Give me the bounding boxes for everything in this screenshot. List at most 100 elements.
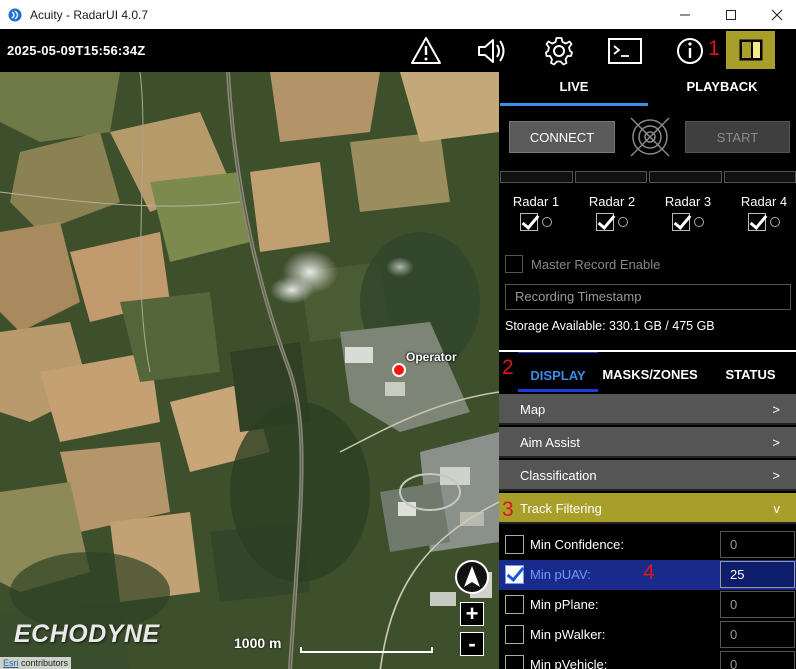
panel-toggle-button[interactable]	[726, 31, 775, 69]
esri-link[interactable]: Esri	[3, 658, 19, 668]
operator-label: Operator	[406, 350, 457, 364]
zoom-out-button[interactable]: -	[460, 632, 484, 656]
radar-1-status-indicator	[542, 217, 552, 227]
accordion-track-filtering[interactable]: 3 Track Filtering v	[499, 493, 796, 524]
title-bar: Acuity - RadarUI 4.0.7	[0, 0, 796, 29]
radar-3-group: Radar 3	[657, 194, 719, 231]
min-puav-label: Min pUAV:	[530, 567, 591, 582]
tab-status[interactable]: STATUS	[713, 352, 788, 392]
utc-timestamp: 2025-05-09T15:56:34Z	[7, 43, 146, 58]
min-confidence-label: Min Confidence:	[530, 537, 624, 552]
radar-1-group: Radar 1	[505, 194, 567, 231]
tab-masks-zones[interactable]: MASKS/ZONES	[600, 352, 700, 392]
maximize-button[interactable]	[708, 0, 754, 29]
top-toolbar: 2025-05-09T15:56:34Z 1	[0, 29, 796, 72]
master-record-label: Master Record Enable	[531, 256, 661, 272]
min-pvehicle-label: Min pVehicle:	[530, 657, 608, 669]
accordion-aim-assist[interactable]: Aim Assist >	[499, 427, 796, 458]
radar-2-status-bar	[574, 171, 647, 183]
warning-icon[interactable]	[410, 35, 442, 67]
min-puav-checkbox[interactable]	[505, 565, 524, 584]
min-pwalker-input[interactable]: 0	[720, 621, 795, 648]
operator-marker[interactable]	[392, 363, 406, 377]
radar-disconnected-icon	[630, 117, 670, 157]
close-icon	[771, 9, 783, 20]
chevron-right-icon: >	[772, 468, 780, 483]
connect-button[interactable]: CONNECT	[509, 121, 615, 153]
section-tabs: 2 DISPLAY MASKS/ZONES STATUS	[499, 350, 796, 392]
annotation-marker-2: 2	[502, 356, 514, 379]
chevron-right-icon: >	[772, 435, 780, 450]
radar-3-status-indicator	[694, 217, 704, 227]
satellite-map[interactable]: Operator ECHODYNE 1000 m Esri contributo…	[0, 72, 499, 669]
radar-ui-window: Acuity - RadarUI 4.0.7 2025-05-09T15:56:…	[0, 0, 796, 669]
satellite-imagery	[0, 72, 499, 669]
panel-toggle-icon	[739, 39, 763, 61]
compass-button[interactable]	[455, 560, 489, 594]
min-pwalker-label: Min pWalker:	[530, 627, 606, 642]
terminal-icon[interactable]	[607, 35, 643, 67]
radar-3-status-bar	[649, 171, 722, 183]
min-confidence-input[interactable]: 0	[720, 531, 795, 558]
radar-2-checkbox[interactable]	[596, 213, 614, 231]
accordion-map-label: Map	[520, 402, 546, 417]
min-pplane-checkbox[interactable]	[505, 595, 524, 614]
window-title: Acuity - RadarUI 4.0.7	[30, 7, 149, 22]
accordion-classification-label: Classification	[520, 468, 597, 483]
maximize-icon	[726, 9, 736, 20]
radar-4-group: Radar 4	[733, 194, 795, 231]
radar-2-status-indicator	[618, 217, 628, 227]
scale-bar	[300, 647, 433, 653]
tab-live[interactable]: LIVE	[500, 72, 648, 106]
zoom-in-button[interactable]: +	[460, 602, 484, 626]
min-pvehicle-checkbox[interactable]	[505, 655, 524, 669]
start-button[interactable]: START	[685, 121, 790, 153]
filter-min-pplane: Min pPlane: 0	[499, 590, 796, 620]
filter-min-pvehicle: Min pVehicle: 0	[499, 650, 796, 669]
radar-4-checkbox[interactable]	[748, 213, 766, 231]
min-pplane-input[interactable]: 0	[720, 591, 795, 618]
control-panel: LIVE PLAYBACK CONNECT START Radar 1 Rada…	[499, 72, 796, 669]
annotation-marker-1: 1	[708, 37, 720, 60]
app-logo-icon	[8, 8, 22, 21]
recording-timestamp-input[interactable]: Recording Timestamp	[505, 284, 791, 310]
chevron-right-icon: >	[772, 402, 780, 417]
accordion-aim-assist-label: Aim Assist	[520, 435, 580, 450]
radar-status-bars	[500, 171, 796, 183]
close-button[interactable]	[754, 0, 796, 29]
scale-label: 1000 m	[234, 635, 282, 651]
tab-display[interactable]: DISPLAY	[518, 352, 598, 392]
minimize-button[interactable]	[662, 0, 708, 29]
accordion-track-filtering-label: Track Filtering	[520, 501, 602, 516]
gear-icon[interactable]	[543, 35, 575, 67]
attribution-text: contributors	[18, 658, 69, 668]
min-confidence-checkbox[interactable]	[505, 535, 524, 554]
north-arrow-icon	[464, 566, 480, 587]
min-pplane-label: Min pPlane:	[530, 597, 599, 612]
filter-min-pwalker: Min pWalker: 0	[499, 620, 796, 650]
min-pwalker-checkbox[interactable]	[505, 625, 524, 644]
tab-playback[interactable]: PLAYBACK	[648, 72, 796, 106]
min-puav-input[interactable]: 25	[720, 561, 795, 588]
storage-available: Storage Available: 330.1 GB / 475 GB	[505, 319, 715, 333]
radar-1-checkbox[interactable]	[520, 213, 538, 231]
filter-min-puav: Min pUAV: 4 25	[499, 560, 796, 590]
min-pvehicle-input[interactable]: 0	[720, 651, 795, 669]
master-record-checkbox[interactable]	[505, 255, 523, 273]
master-record-row: Master Record Enable	[505, 255, 660, 273]
speaker-icon[interactable]	[476, 35, 508, 67]
info-icon[interactable]	[674, 35, 706, 67]
radar-1-status-bar	[500, 171, 573, 183]
accordion-map[interactable]: Map >	[499, 394, 796, 425]
radar-4-status-indicator	[770, 217, 780, 227]
radar-4-status-bar	[723, 171, 796, 183]
accordion-classification[interactable]: Classification >	[499, 460, 796, 491]
map-attribution: Esri contributors	[0, 657, 72, 669]
radar-3-checkbox[interactable]	[672, 213, 690, 231]
radar-2-group: Radar 2	[581, 194, 643, 231]
echodyne-logo: ECHODYNE	[14, 620, 160, 648]
radar-4-label: Radar 4	[740, 194, 788, 209]
radar-3-label: Radar 3	[664, 194, 712, 209]
chevron-down-icon: v	[773, 501, 781, 516]
filter-min-confidence: Min Confidence: 0	[499, 530, 796, 560]
